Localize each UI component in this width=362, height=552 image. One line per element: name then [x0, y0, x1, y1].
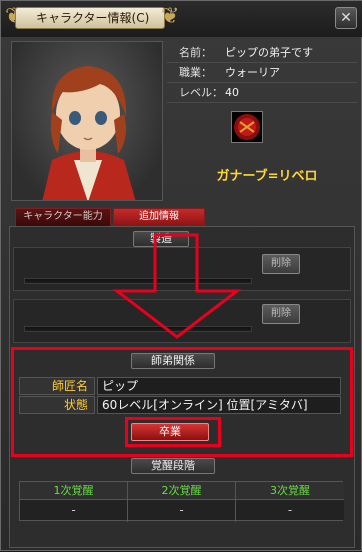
awakening-value-2: - [128, 500, 235, 520]
awakening-col-3: 3次覚醒 - [236, 482, 344, 522]
tab-character-ability[interactable]: キャラクター能力 [15, 208, 111, 226]
status-row: 状態 60レベル[オンライン] 位置[アミタバ] [19, 396, 341, 414]
class-value: ウォーリア [225, 66, 280, 79]
awakening-label-1: 1次覚醒 [20, 482, 127, 500]
master-name-row: 師匠名 ピップ [19, 377, 341, 395]
name-label: 名前： [179, 46, 212, 59]
master-name-value: ピップ [97, 377, 341, 395]
class-label: 職業： [179, 66, 212, 79]
window-title: キャラクター情報(C) [15, 7, 165, 29]
awakening-table: 1次覚醒 - 2次覚醒 - 3次覚醒 - [19, 481, 344, 522]
craft-slot-1: 削除 [13, 247, 351, 291]
guild-emblem-icon[interactable] [231, 111, 263, 143]
craft-delete-button-1[interactable]: 削除 [262, 254, 300, 274]
character-avatar [42, 66, 136, 200]
name-row: 名前： ピップの弟子です [167, 43, 357, 63]
craft-header: 製造 [133, 231, 189, 247]
name-value: ピップの弟子です [225, 46, 313, 59]
status-label: 状態 [19, 396, 95, 414]
guild-name: ガナーブ=リベロ [216, 169, 318, 184]
character-portrait [11, 41, 163, 201]
close-button[interactable]: ✕ [335, 7, 357, 29]
awakening-value-3: - [236, 500, 344, 520]
awakening-header: 覚醒段階 [131, 458, 215, 474]
tab-extra-info[interactable]: 追加情報 [113, 208, 205, 226]
title-bar[interactable]: ❦ キャラクター情報(C) ❦ ✕ [1, 1, 362, 37]
mentor-header: 師弟関係 [131, 353, 215, 369]
status-value: 60レベル[オンライン] 位置[アミタバ] [97, 396, 341, 414]
awakening-label-3: 3次覚醒 [236, 482, 344, 500]
craft-progress-bar-1 [24, 278, 252, 284]
craft-delete-button-2[interactable]: 削除 [262, 304, 300, 324]
awakening-col-2: 2次覚醒 - [128, 482, 236, 522]
awakening-col-1: 1次覚醒 - [20, 482, 128, 522]
graduate-button[interactable]: 卒業 [131, 423, 209, 441]
level-value: 40 [225, 86, 239, 99]
master-name-label: 師匠名 [19, 377, 95, 395]
title-ornament-right: ❦ [161, 4, 180, 29]
class-row: 職業： ウォーリア [167, 63, 357, 83]
level-row: レベル： 40 [167, 83, 357, 103]
craft-progress-bar-2 [24, 326, 252, 332]
awakening-label-2: 2次覚醒 [128, 482, 235, 500]
level-label: レベル： [179, 86, 223, 99]
character-info-window: ❦ キャラクター情報(C) ❦ ✕ 名前： ピップの弟子です 職業： ウォーリア… [0, 0, 362, 551]
craft-slot-2: 削除 [13, 299, 351, 343]
awakening-value-1: - [20, 500, 127, 520]
